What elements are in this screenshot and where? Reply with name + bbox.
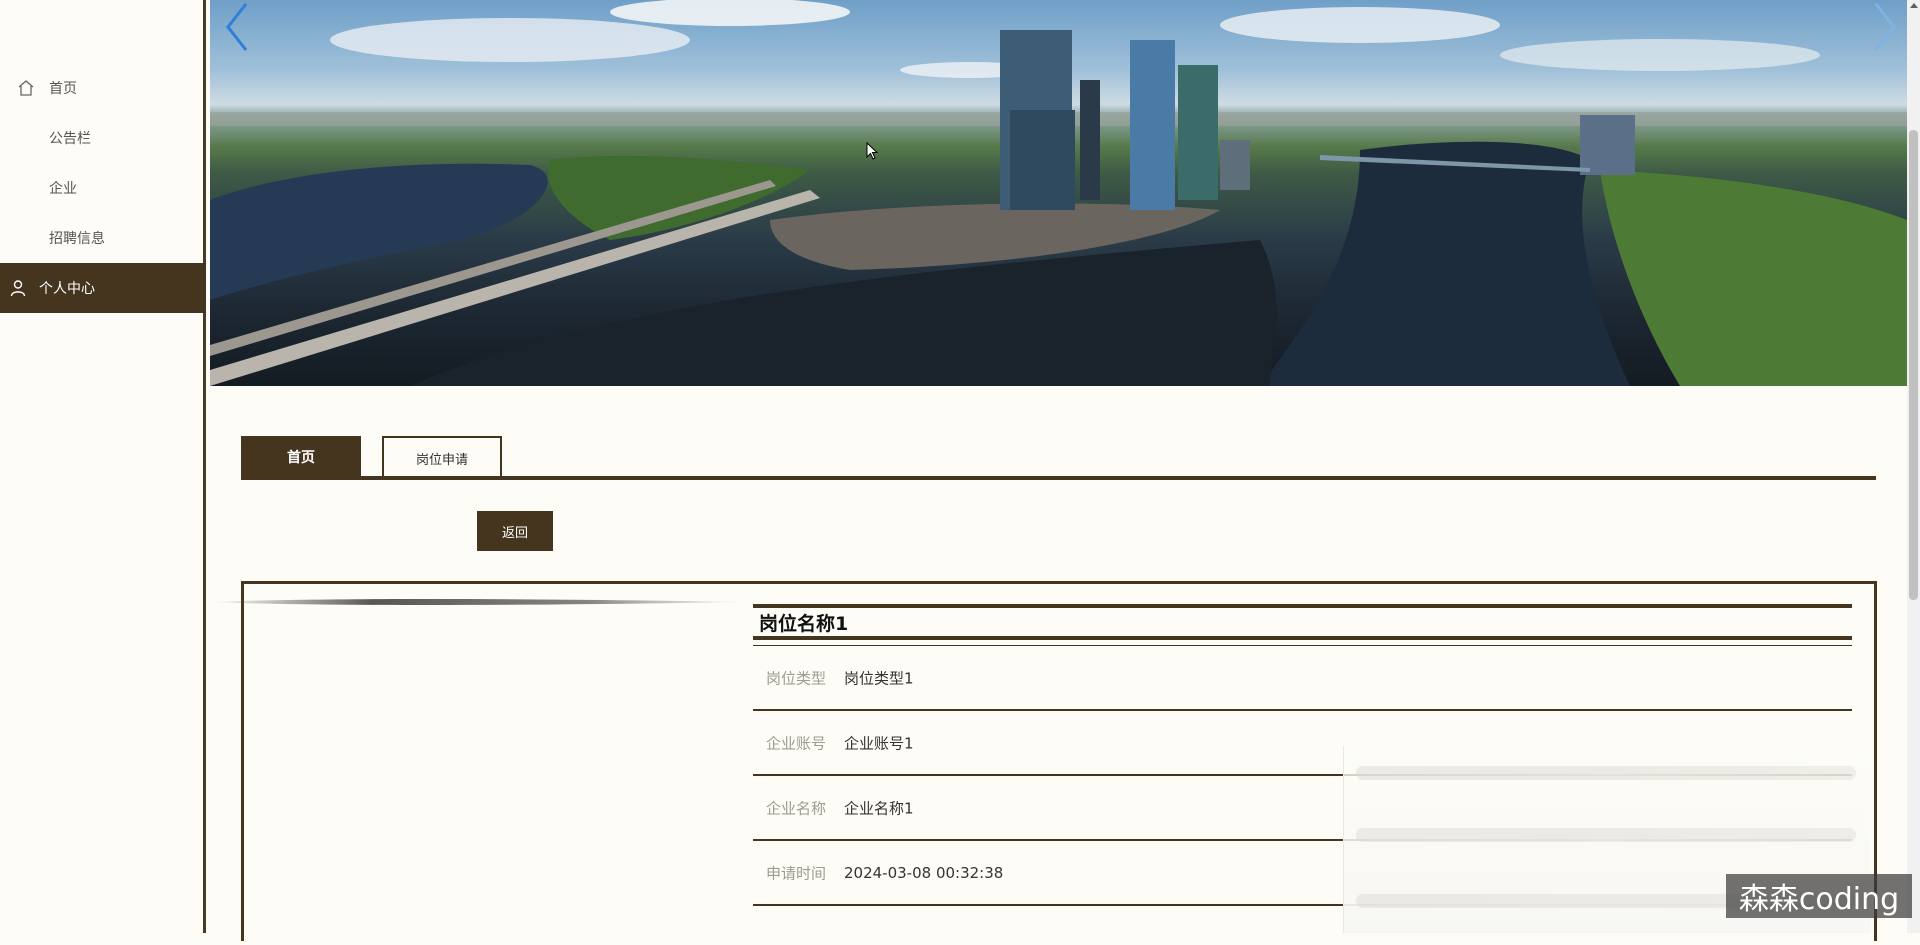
detail-field-row: 岗位类型 岗位类型1: [753, 645, 1852, 710]
brush-stroke-divider: [210, 599, 750, 605]
field-label: 企业账号: [766, 734, 827, 752]
page-scrollbar[interactable]: [1907, 0, 1920, 933]
field-label: 企业名称: [766, 799, 827, 817]
sidebar-item-label: 公告栏: [49, 131, 91, 147]
tab-home[interactable]: 首页: [241, 436, 361, 478]
carousel-next-arrow-icon[interactable]: [1870, 0, 1900, 54]
field-value: 2024-03-08 00:32:38: [844, 863, 1004, 882]
sidebar-item-company[interactable]: 企业: [0, 163, 206, 213]
user-icon: [8, 278, 28, 298]
sidebar-item-label: 招聘信息: [49, 231, 105, 247]
tabs-divider: [241, 476, 1876, 480]
back-button[interactable]: 返回: [477, 511, 553, 551]
field-value: 企业账号1: [844, 734, 914, 752]
blur-strip: [1356, 766, 1856, 780]
sidebar-item-notice[interactable]: 公告栏: [0, 113, 206, 163]
job-title: 岗位名称1: [759, 613, 849, 635]
sidebar-item-personal-center[interactable]: 个人中心: [0, 263, 206, 313]
scroll-up-arrow-icon[interactable]: [1910, 3, 1918, 8]
carousel-prev-arrow-icon[interactable]: [222, 0, 252, 54]
mouse-cursor-icon: [866, 142, 878, 160]
field-label: 申请时间: [766, 864, 827, 882]
field-value: 企业名称1: [844, 799, 914, 817]
job-title-bar: [753, 604, 1852, 640]
sidebar-item-label: 个人中心: [39, 281, 95, 297]
field-label: 岗位类型: [766, 669, 827, 687]
banner-carousel: [210, 0, 1907, 386]
field-value: 岗位类型1: [844, 669, 914, 687]
tab-job-application[interactable]: 岗位申请: [382, 436, 502, 478]
blur-strip: [1356, 828, 1856, 842]
sidebar-item-label: 首页: [49, 81, 77, 97]
home-icon: [16, 78, 36, 98]
sidebar-item-label: 企业: [49, 181, 77, 197]
watermark: 森森coding: [1726, 874, 1912, 918]
sidebar-item-home[interactable]: 首页: [0, 63, 206, 113]
sidebar-item-jobs[interactable]: 招聘信息: [0, 213, 206, 263]
scroll-thumb[interactable]: [1909, 130, 1918, 600]
banner-image: [210, 0, 1907, 386]
sidebar: 首页 公告栏 企业 招聘信息 个人中心: [0, 0, 206, 933]
